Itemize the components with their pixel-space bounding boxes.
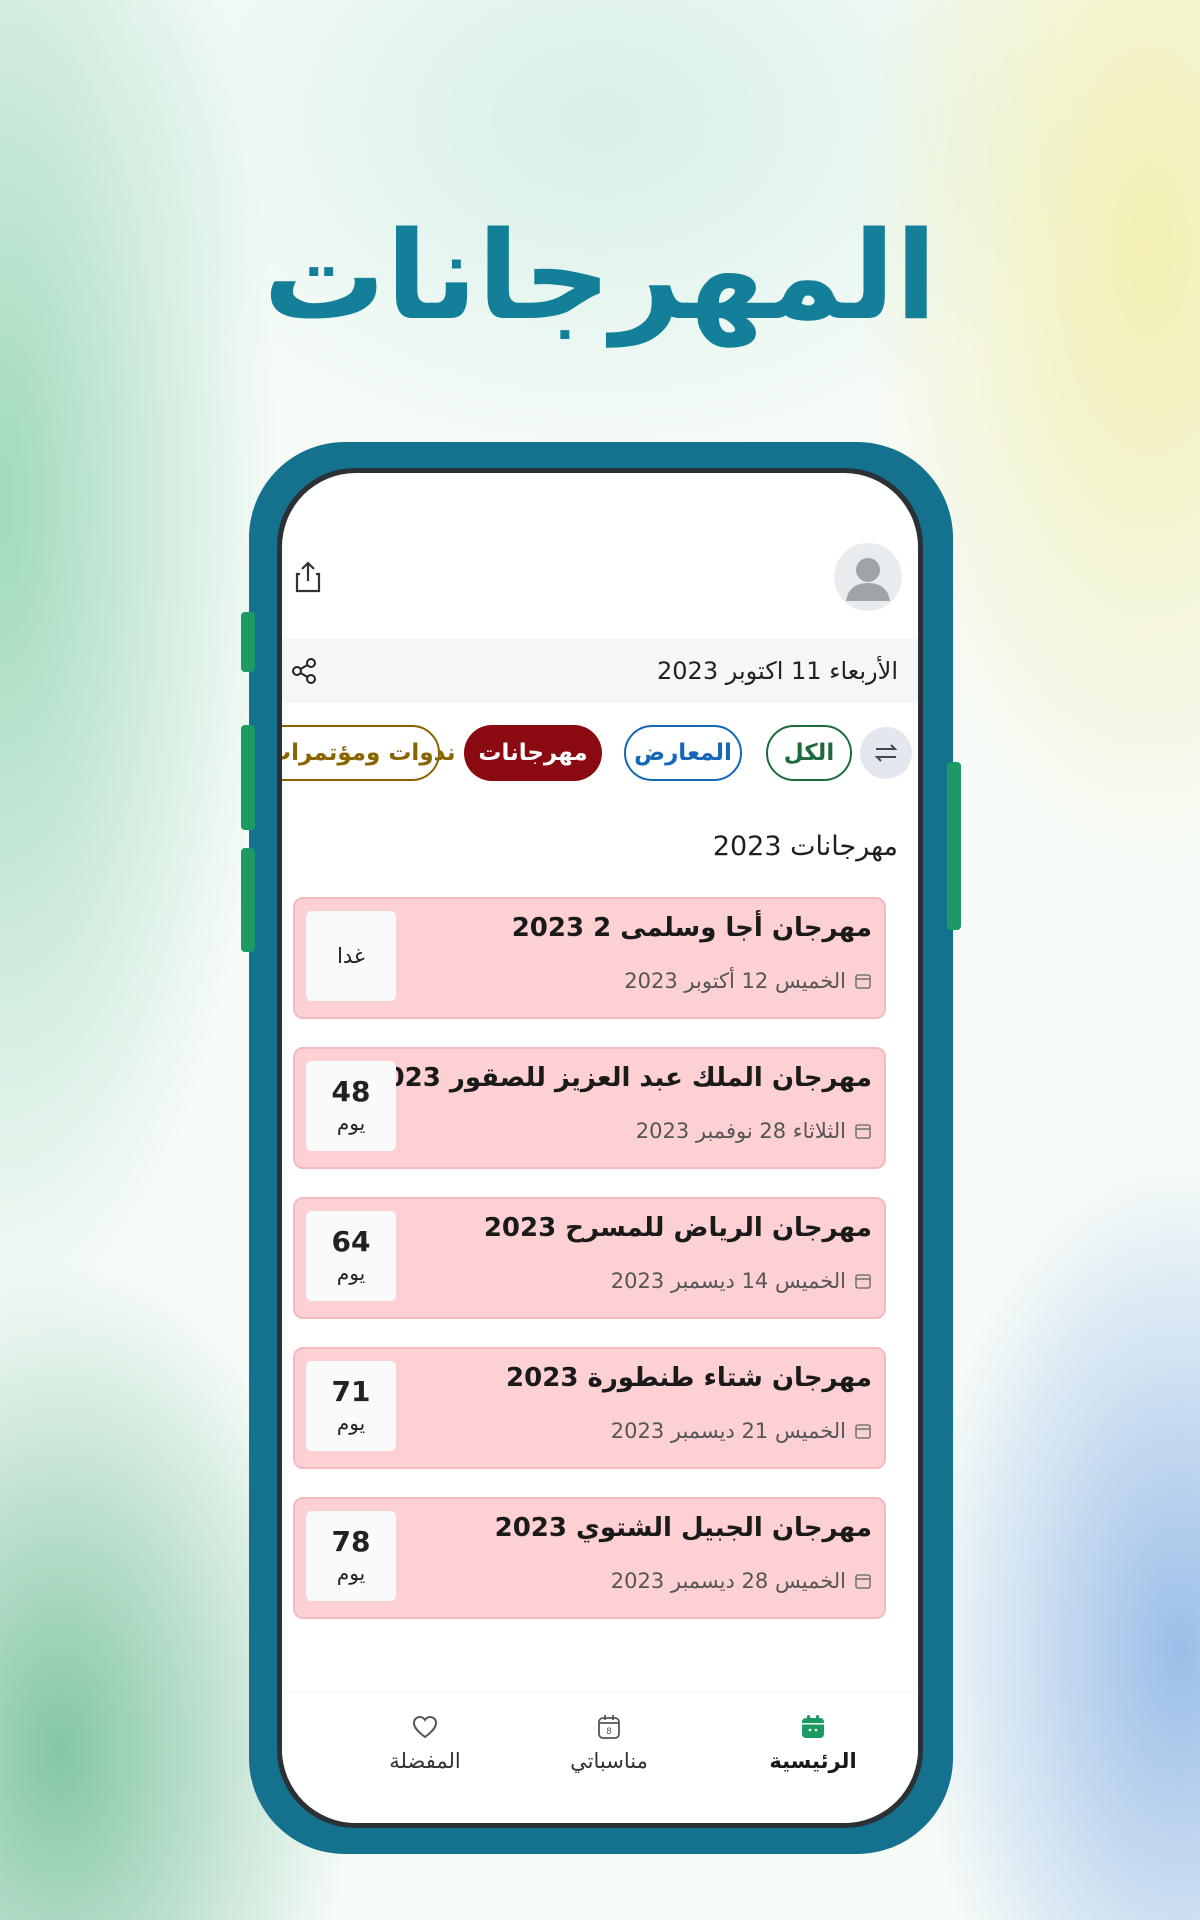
event-card[interactable]: مهرجان الجبيل الشتوي 2023 الخميس 28 ديسم… bbox=[293, 1497, 886, 1619]
event-card[interactable]: مهرجان الرياض للمسرح 2023 الخميس 14 ديسم… bbox=[293, 1197, 886, 1319]
share-date-button[interactable] bbox=[286, 653, 322, 689]
countdown-badge: 78 يوم bbox=[306, 1511, 396, 1601]
phone-screen: الأربعاء 11 اكتوبر 2023 الكل المعارض مهر… bbox=[277, 468, 923, 1828]
avatar[interactable] bbox=[834, 543, 902, 611]
calendar-icon bbox=[855, 974, 871, 989]
event-title: مهرجان الجبيل الشتوي 2023 bbox=[494, 1513, 872, 1543]
phone-side-button bbox=[241, 848, 255, 952]
filter-chip-label: الكل bbox=[783, 740, 835, 766]
filter-chip-label: ندوات ومؤتمرات bbox=[282, 740, 456, 766]
event-date: الخميس 28 ديسمبر 2023 bbox=[611, 1569, 872, 1593]
event-title: مهرجان الرياض للمسرح 2023 bbox=[483, 1213, 872, 1243]
current-date: الأربعاء 11 اكتوبر 2023 bbox=[657, 657, 898, 685]
event-title: مهرجان شتاء طنطورة 2023 bbox=[506, 1363, 872, 1393]
filter-chip-seminars[interactable]: ندوات ومؤتمرات bbox=[282, 725, 456, 781]
event-card[interactable]: مهرجان أجا وسلمى 2 2023 الخميس 12 أكتوبر… bbox=[293, 897, 886, 1019]
nav-label-favorites: المفضلة bbox=[389, 1749, 461, 1773]
event-date-text: الخميس 21 ديسمبر 2023 bbox=[610, 1419, 846, 1443]
calendar-icon bbox=[855, 1424, 871, 1439]
nav-my-events[interactable]: 8 مناسباتي bbox=[534, 1713, 684, 1773]
user-icon bbox=[846, 558, 890, 601]
nav-label-my-events: مناسباتي bbox=[570, 1749, 648, 1773]
event-title: مهرجان أجا وسلمى 2 2023 bbox=[511, 913, 872, 943]
countdown-number: 64 bbox=[331, 1225, 371, 1258]
event-date-text: الثلاثاء 28 نوفمبر 2023 bbox=[635, 1119, 846, 1143]
event-date: الخميس 12 أكتوبر 2023 bbox=[624, 969, 872, 993]
phone-side-button bbox=[947, 762, 961, 930]
event-date: الخميس 14 ديسمبر 2023 bbox=[611, 1269, 872, 1293]
event-date-text: الخميس 14 ديسمبر 2023 bbox=[610, 1269, 846, 1293]
swap-arrows-icon bbox=[874, 744, 898, 762]
event-card[interactable]: مهرجان الملك عبد العزيز للصقور 2023 الثل… bbox=[293, 1047, 886, 1169]
date-bar: الأربعاء 11 اكتوبر 2023 bbox=[282, 639, 918, 703]
countdown-badge: 71 يوم bbox=[306, 1361, 396, 1451]
countdown-badge: 64 يوم bbox=[306, 1211, 396, 1301]
event-date-text: الخميس 12 أكتوبر 2023 bbox=[624, 969, 846, 993]
nav-label-home: الرئيسية bbox=[769, 1749, 857, 1773]
countdown-unit: يوم bbox=[336, 1111, 366, 1135]
filter-chip-exhibitions[interactable]: المعارض bbox=[624, 725, 742, 781]
hero-title: المهرجانات bbox=[263, 205, 937, 347]
share-nodes-icon bbox=[292, 658, 316, 684]
share-button[interactable] bbox=[288, 557, 328, 597]
filter-toggle-button[interactable] bbox=[860, 727, 912, 779]
phone-side-button bbox=[241, 725, 255, 830]
event-title: مهرجان الملك عبد العزيز للصقور 2023 bbox=[368, 1063, 872, 1093]
phone-side-button bbox=[241, 612, 255, 672]
heart-icon bbox=[412, 1715, 438, 1739]
calendar-date-icon: 8 bbox=[598, 1715, 620, 1739]
nav-favorites[interactable]: المفضلة bbox=[350, 1713, 500, 1773]
countdown-number: 71 bbox=[331, 1375, 371, 1408]
nav-home[interactable]: الرئيسية bbox=[738, 1713, 888, 1773]
bottom-nav: الرئيسية 8 مناسباتي المفضلة bbox=[282, 1693, 918, 1823]
share-icon bbox=[295, 561, 321, 593]
calendar-date-number: 8 bbox=[606, 1727, 612, 1737]
countdown-unit: يوم bbox=[336, 1561, 366, 1585]
countdown-unit: يوم bbox=[336, 1261, 366, 1285]
countdown-badge: 48 يوم bbox=[306, 1061, 396, 1151]
event-date-text: الخميس 28 ديسمبر 2023 bbox=[610, 1569, 846, 1593]
countdown-text: غدا bbox=[337, 944, 365, 968]
calendar-icon bbox=[855, 1124, 871, 1139]
filter-chip-all[interactable]: الكل bbox=[766, 725, 852, 781]
countdown-badge: غدا bbox=[306, 911, 396, 1001]
app-screen: الأربعاء 11 اكتوبر 2023 الكل المعارض مهر… bbox=[282, 473, 918, 1823]
calendar-icon bbox=[855, 1274, 871, 1289]
filter-chip-festivals[interactable]: مهرجانات bbox=[464, 725, 602, 781]
calendar-icon bbox=[855, 1574, 871, 1589]
countdown-unit: يوم bbox=[336, 1411, 366, 1435]
filter-chip-label: المعارض bbox=[634, 740, 732, 766]
countdown-number: 78 bbox=[331, 1525, 371, 1558]
calendar-home-icon bbox=[802, 1715, 824, 1738]
countdown-number: 48 bbox=[331, 1075, 371, 1108]
event-card[interactable]: مهرجان شتاء طنطورة 2023 الخميس 21 ديسمبر… bbox=[293, 1347, 886, 1469]
section-title: مهرجانات 2023 bbox=[712, 831, 898, 862]
event-date: الثلاثاء 28 نوفمبر 2023 bbox=[636, 1119, 872, 1143]
event-date: الخميس 21 ديسمبر 2023 bbox=[611, 1419, 872, 1443]
filter-chip-label: مهرجانات bbox=[478, 740, 588, 766]
